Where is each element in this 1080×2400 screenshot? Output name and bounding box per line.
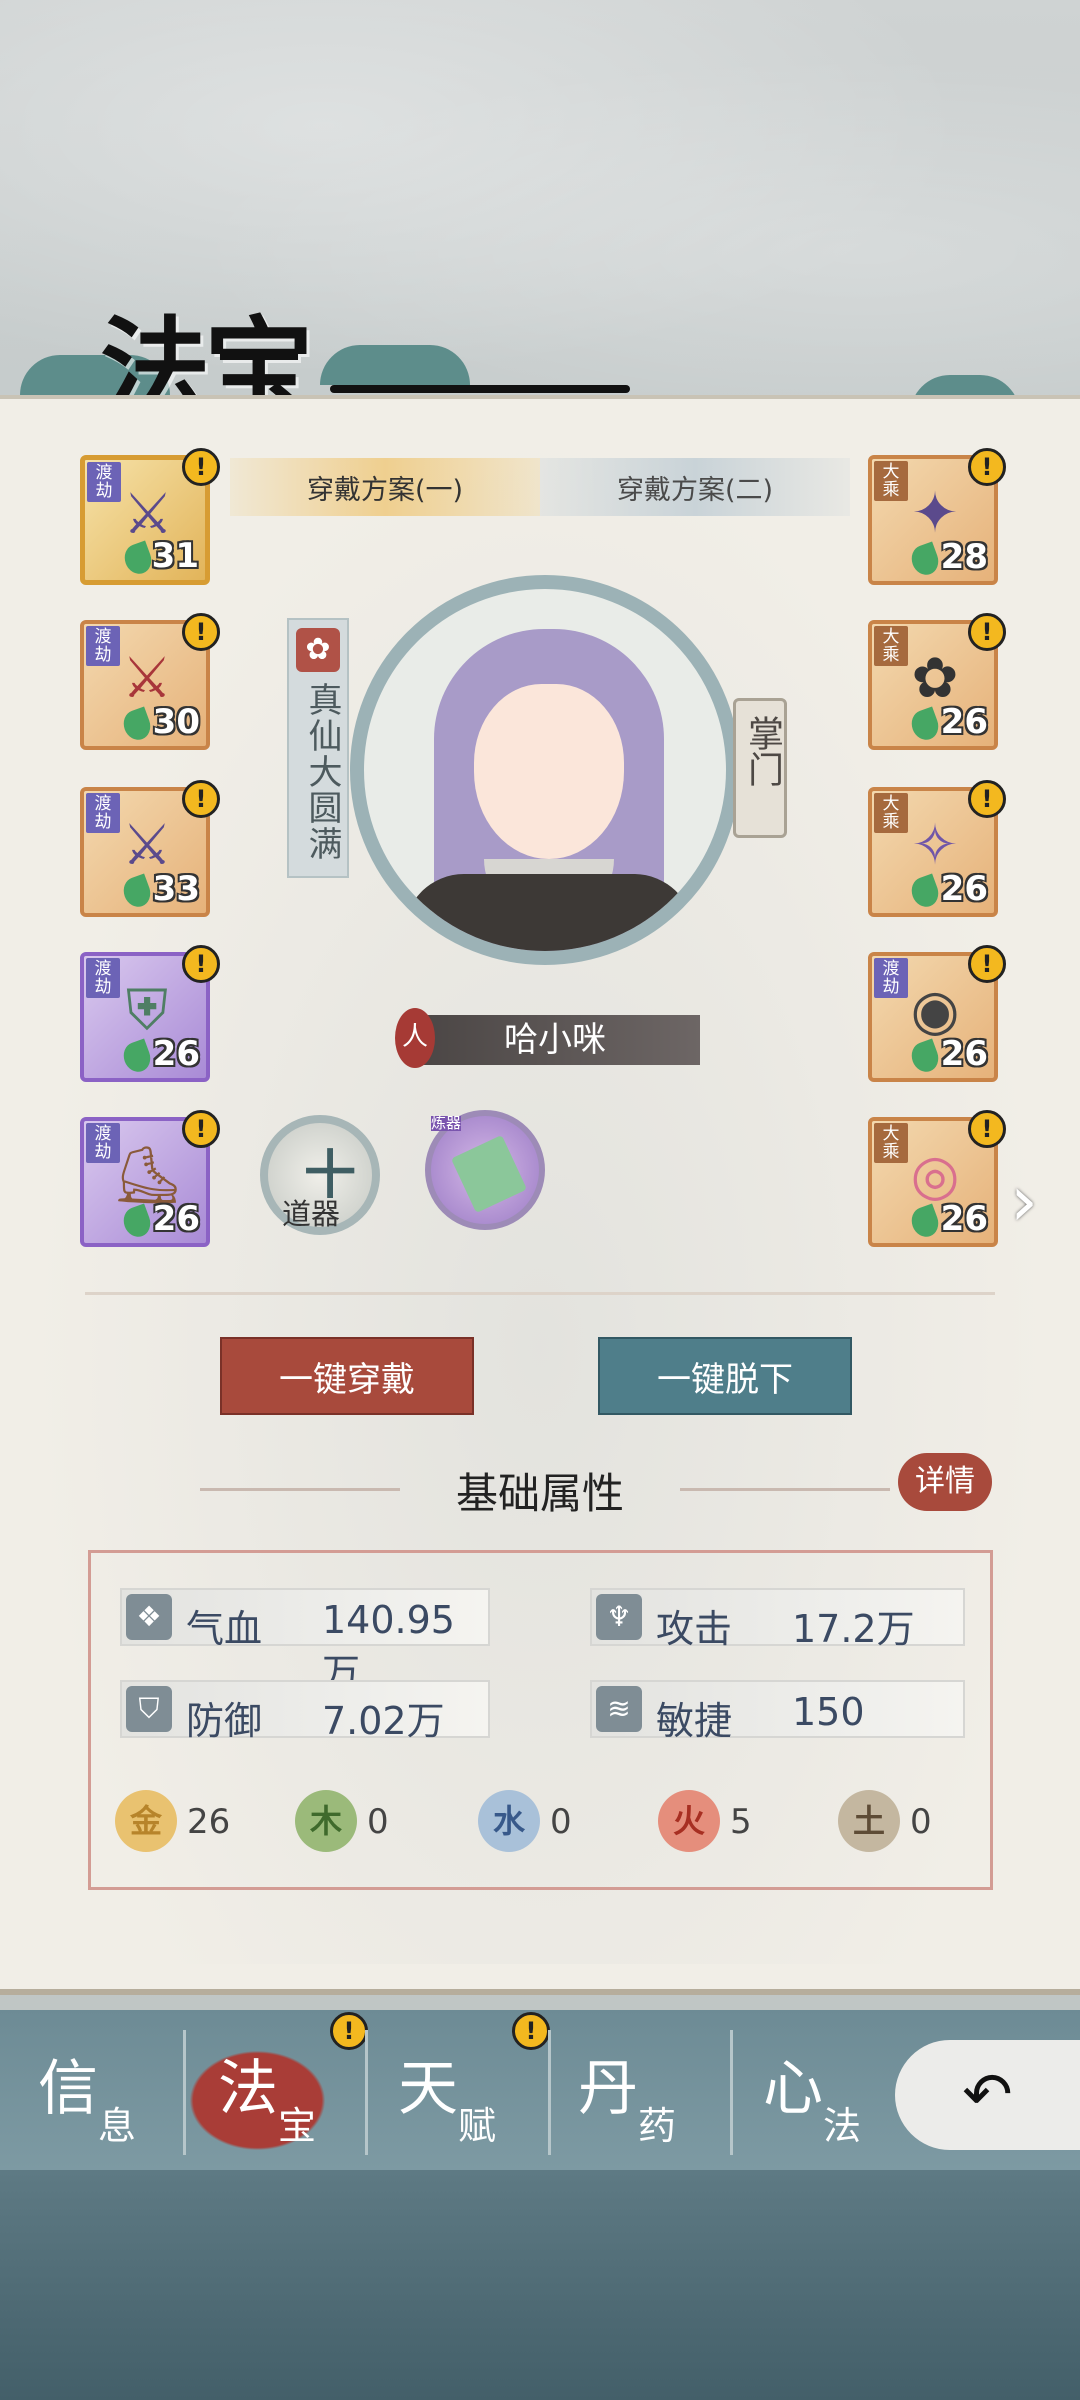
nav-separator	[183, 2030, 186, 2155]
stat-name: 防御	[186, 1699, 263, 1743]
nav-label: 丹	[578, 2054, 638, 2124]
item-level: 31	[151, 536, 199, 576]
back-button[interactable]: ↶	[895, 2040, 1080, 2150]
item-level: 30	[152, 702, 200, 742]
stat-value: 7.02万	[322, 1699, 445, 1743]
water-icon: 水	[478, 1790, 540, 1852]
nav-treasure[interactable]: 法 宝	[190, 2040, 340, 2150]
blood-icon: ❖	[126, 1594, 172, 1640]
refining-charm-button[interactable]: 炼器	[425, 1110, 545, 1230]
earth-icon: 土	[838, 1790, 900, 1852]
tab-scheme-1[interactable]: 穿戴方案(一)	[230, 458, 540, 516]
nav-label-small: 药	[638, 2104, 677, 2148]
rose-icon: ✿	[296, 628, 340, 672]
nav-label-small: 息	[98, 2104, 137, 2148]
element-value: 0	[550, 1802, 572, 1842]
nav-mind-method[interactable]: 心 法	[735, 2040, 885, 2150]
stat-value: 17.2万	[792, 1607, 915, 1651]
talisman-icon	[450, 1134, 528, 1214]
item-level: 26	[940, 1034, 988, 1074]
nav-separator	[365, 2030, 368, 2155]
next-arrow-icon[interactable]: ›	[1010, 1160, 1038, 1242]
equip-all-button[interactable]: 一键穿戴	[220, 1337, 474, 1415]
race-badge: 人	[395, 1008, 435, 1068]
item-level: 26	[940, 702, 988, 742]
scheme-tabs: 穿戴方案(一) 穿戴方案(二)	[230, 458, 850, 516]
alert-badge: !	[968, 780, 1006, 818]
alert-badge: !	[330, 2012, 368, 2050]
refining-tag: 炼器	[431, 1114, 462, 1132]
realm-banner: ✿ 真仙大圆满	[287, 618, 349, 878]
attack-icon: ♆	[596, 1594, 642, 1640]
nav-elixir[interactable]: 丹 药	[550, 2040, 700, 2150]
tab-scheme-2[interactable]: 穿戴方案(二)	[540, 458, 850, 516]
fire-icon: 火	[658, 1790, 720, 1852]
stat-agility: ≋ 敏捷 150	[590, 1680, 965, 1743]
item-level: 26	[152, 1199, 200, 1239]
item-level: 33	[152, 869, 200, 909]
metal-icon: 金	[115, 1790, 177, 1852]
alert-badge: !	[182, 945, 220, 983]
nav-separator	[730, 2030, 733, 2155]
portrait-face	[474, 684, 624, 859]
unequip-all-button[interactable]: 一键脱下	[598, 1337, 852, 1415]
shield-icon: ⛉	[126, 1686, 172, 1732]
nav-label-small: 宝	[278, 2104, 317, 2148]
stat-attack: ♆ 攻击 17.2万	[590, 1588, 965, 1651]
alert-badge: !	[968, 945, 1006, 983]
nav-label: 信	[38, 2054, 98, 2124]
character-portrait	[350, 575, 740, 965]
item-level: 26	[940, 1199, 988, 1239]
nav-label-small: 赋	[458, 2104, 497, 2148]
item-level: 28	[940, 537, 988, 577]
stat-value: 150	[792, 1690, 865, 1734]
alert-badge: !	[182, 780, 220, 818]
element-value: 0	[910, 1802, 932, 1842]
nav-label-small: 法	[823, 2104, 862, 2148]
nav-label: 心	[763, 2054, 823, 2124]
alert-badge: !	[968, 448, 1006, 486]
landscape-background	[0, 2170, 1080, 2400]
alert-badge: !	[968, 1110, 1006, 1148]
role-tag: 掌门	[733, 698, 787, 838]
cloud-decoration	[320, 345, 470, 385]
stat-name: 攻击	[656, 1607, 733, 1651]
divider	[85, 1292, 995, 1295]
item-level: 26	[152, 1034, 200, 1074]
alert-badge: !	[182, 1110, 220, 1148]
stat-name: 气血	[186, 1607, 263, 1651]
item-level: 26	[940, 869, 988, 909]
wind-icon: ≋	[596, 1686, 642, 1732]
alert-badge: !	[968, 613, 1006, 651]
stat-defense: ⛉ 防御 7.02万	[120, 1680, 490, 1743]
nav-talent[interactable]: 天 赋	[370, 2040, 520, 2150]
stat-name: 敏捷	[656, 1699, 733, 1743]
element-value: 0	[367, 1802, 389, 1842]
artifact-tool-button[interactable]: 十 道器	[260, 1115, 380, 1235]
title-brush-stroke	[330, 385, 630, 393]
artifact-tool-label: 道器	[282, 1197, 341, 1231]
wood-icon: 木	[295, 1790, 357, 1852]
nav-info[interactable]: 信 息	[10, 2040, 160, 2150]
element-value: 26	[187, 1802, 231, 1842]
nav-label: 法	[218, 2054, 278, 2124]
alert-badge: !	[182, 448, 220, 486]
realm-label: 真仙大圆满	[302, 682, 342, 862]
role-label: 掌门	[742, 715, 783, 787]
element-value: 5	[730, 1802, 752, 1842]
character-name: 哈小咪	[410, 1015, 700, 1065]
alert-badge: !	[182, 613, 220, 651]
stat-hp: ❖ 气血 140.95万	[120, 1588, 490, 1695]
details-button[interactable]: 详情	[898, 1453, 992, 1511]
nav-label: 天	[398, 2054, 458, 2124]
alert-badge: !	[512, 2012, 550, 2050]
